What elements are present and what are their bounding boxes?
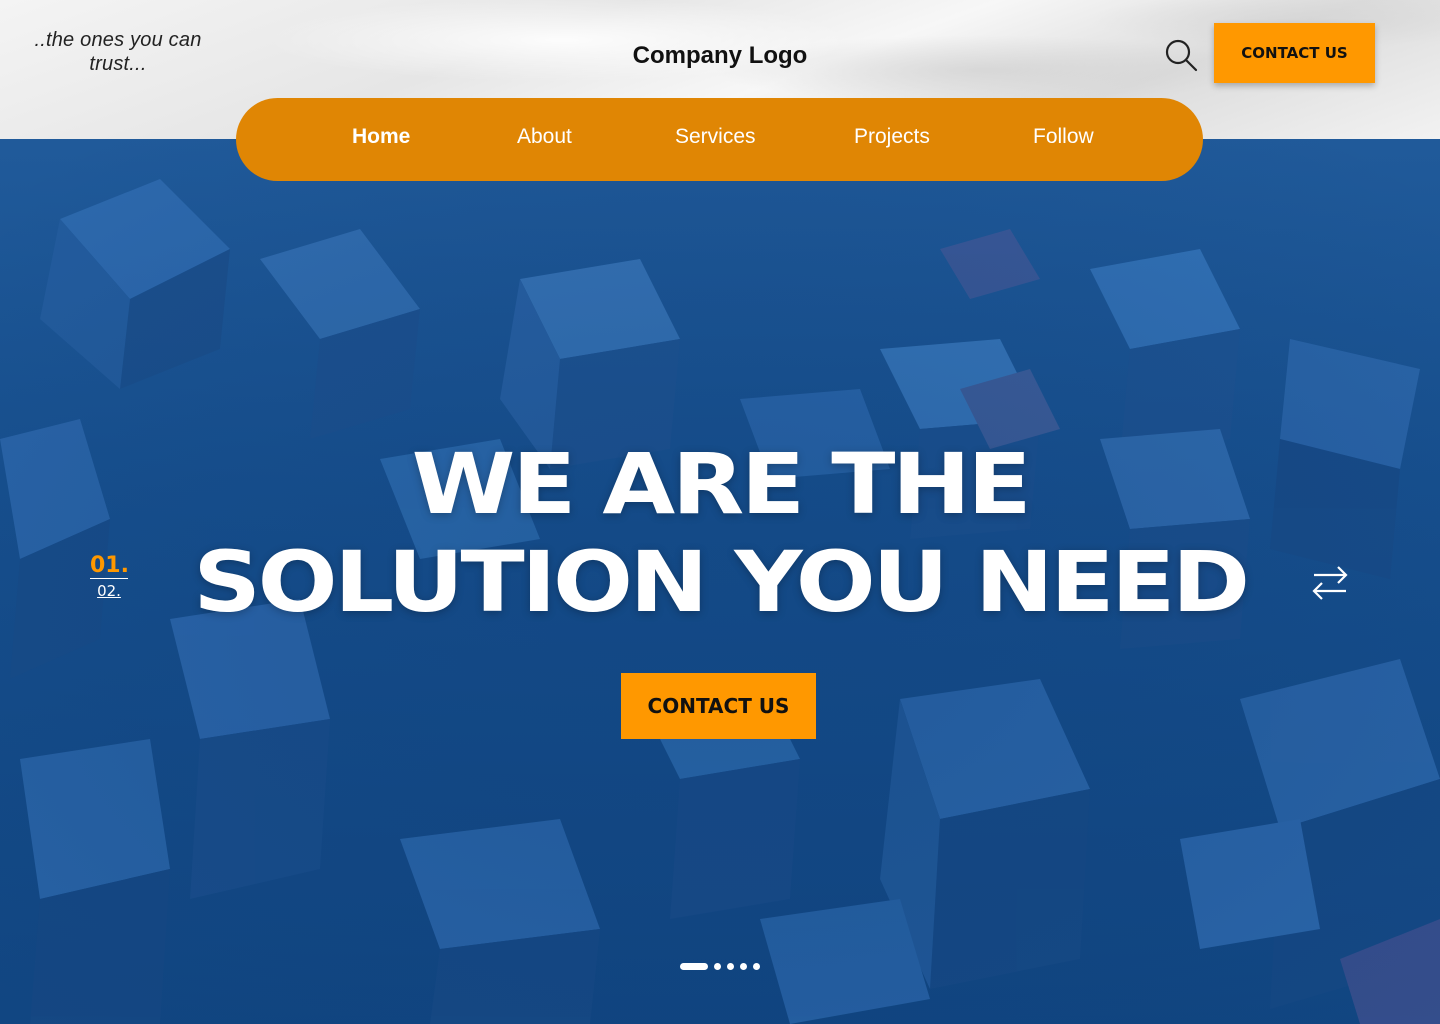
main-nav: Home About Services Projects Follow <box>236 98 1203 181</box>
carousel-dot[interactable] <box>680 962 708 970</box>
slide-indicator-current[interactable]: 01. <box>90 553 129 579</box>
carousel-dot[interactable] <box>740 962 747 970</box>
carousel-dot[interactable] <box>753 962 760 970</box>
nav-item-about[interactable]: About <box>517 125 572 149</box>
nav-item-projects[interactable]: Projects <box>854 125 930 149</box>
company-logo[interactable]: Company Logo <box>560 42 880 70</box>
hero-headline-line1: WE ARE THE <box>411 435 1032 533</box>
nav-item-services[interactable]: Services <box>675 125 756 149</box>
slide-indicator-next[interactable]: 02. <box>90 582 128 600</box>
carousel-dots <box>680 962 760 970</box>
tagline: ..the ones you can trust... <box>34 29 202 75</box>
hero-headline: WE ARE THE SOLUTION YOU NEED <box>0 435 1440 631</box>
hero-headline-line2: SOLUTION YOU NEED <box>193 533 1250 631</box>
nav-item-follow[interactable]: Follow <box>1033 125 1094 149</box>
carousel-dot[interactable] <box>714 962 721 970</box>
nav-item-home[interactable]: Home <box>352 125 410 149</box>
header-contact-button[interactable]: CONTACT US <box>1214 23 1375 83</box>
swap-arrows-icon[interactable] <box>1310 563 1350 601</box>
carousel-dot[interactable] <box>727 962 734 970</box>
hero-contact-button[interactable]: CONTACT US <box>621 673 816 739</box>
search-icon[interactable] <box>1163 37 1199 73</box>
